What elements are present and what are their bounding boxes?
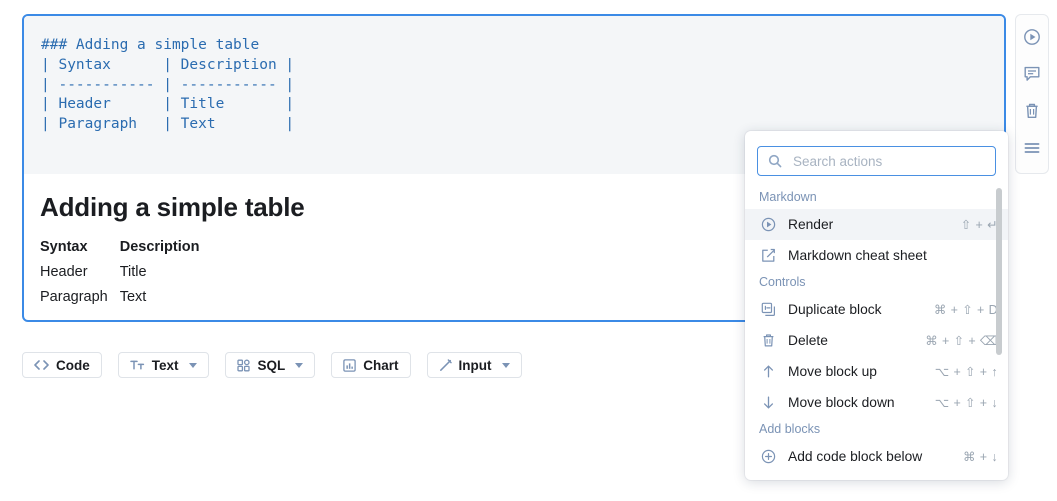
toolbar-button-label: Code [56, 357, 90, 373]
block-action-rail [1015, 14, 1049, 174]
search-actions-box[interactable] [757, 146, 996, 176]
menu-icon[interactable] [1021, 137, 1043, 159]
menu-item-move-block-up[interactable]: Move block up ⌥ + ⇧ + ↑ [745, 356, 1008, 387]
menu-scrollbar-track[interactable] [996, 186, 1005, 476]
table-cell: Paragraph [40, 289, 108, 305]
add-input-block-button[interactable]: Input [426, 352, 522, 378]
table-header-row: Syntax Description [40, 239, 211, 264]
chevron-down-icon[interactable] [295, 362, 304, 368]
code-line: ### Adding a simple table [41, 37, 260, 53]
menu-item-label: Add code block below [788, 449, 923, 464]
add-code-block-button[interactable]: Code [22, 352, 102, 378]
play-circle-icon [759, 217, 777, 232]
actions-dropdown: Markdown Render ⇧ + ↵ Markdown cheat she… [745, 131, 1008, 480]
menu-item-label: Move block up [788, 364, 877, 379]
chevron-down-icon[interactable] [188, 362, 197, 368]
menu-item-shortcut: ⇧ + ↵ [960, 218, 998, 232]
menu-item-label: Move block down [788, 395, 895, 410]
edit-square-icon [759, 248, 777, 263]
menu-section-controls-label: Controls [759, 275, 806, 289]
menu-scroll-region[interactable]: Markdown Render ⇧ + ↵ Markdown cheat she… [745, 186, 1008, 476]
add-sql-block-button[interactable]: SQL [224, 352, 316, 378]
table-header-cell: Description [119, 239, 200, 255]
menu-item-shortcut: ⌥ + ⇧ + ↑ [934, 365, 998, 379]
menu-item-add-code-block-below[interactable]: Add code block below ⌘ + ↓ [745, 441, 1008, 472]
menu-item-shortcut: ⌘ + ↓ [963, 450, 998, 464]
blocks-grid-icon [236, 359, 251, 372]
code-line: | ----------- | ----------- | [41, 76, 295, 93]
arrow-up-icon [759, 364, 777, 379]
menu-item-shortcut: ⌘ + ⇧ + D [933, 303, 998, 317]
menu-item-label: Duplicate block [788, 302, 882, 317]
table-cell: Header [40, 264, 88, 280]
menu-item-shortcut: ⌘ + ⇧ + ⌫ [925, 334, 998, 348]
menu-item-label: Markdown cheat sheet [788, 248, 927, 263]
table-cell: Title [119, 264, 147, 280]
bar-chart-icon [343, 358, 357, 372]
menu-item-move-block-down[interactable]: Move block down ⌥ + ⇧ + ↓ [745, 387, 1008, 418]
plus-circle-icon [759, 449, 777, 464]
comment-icon[interactable] [1021, 63, 1043, 85]
toolbar-button-label: Input [458, 357, 492, 373]
menu-item-label: Render [788, 217, 834, 232]
toolbar-button-label: Chart [363, 357, 399, 373]
menu-item-duplicate-block[interactable]: Duplicate block ⌘ + ⇧ + D [745, 294, 1008, 325]
preview-table: Syntax Description Header Title Paragrap… [40, 239, 211, 314]
add-chart-block-button[interactable]: Chart [331, 352, 411, 378]
table-row: Paragraph Text [40, 289, 211, 314]
pencil-icon [439, 358, 452, 372]
menu-item-label: Delete [788, 333, 828, 348]
chevron-down-icon[interactable] [501, 362, 510, 368]
search-input[interactable] [791, 152, 985, 170]
table-cell: Text [119, 289, 147, 305]
menu-item-shortcut: ⌥ + ⇧ + ↓ [934, 396, 998, 410]
trash-icon[interactable] [1021, 100, 1043, 122]
code-line: | Header | Title | [41, 96, 295, 113]
duplicate-icon [759, 302, 777, 317]
code-brackets-icon [34, 359, 49, 371]
code-line: | Syntax | Description | [41, 56, 295, 73]
text-format-icon [130, 359, 145, 371]
table-row: Header Title [40, 264, 211, 289]
menu-section-markdown-label: Markdown [759, 190, 817, 204]
menu-item-markdown-cheat-sheet[interactable]: Markdown cheat sheet [745, 240, 1008, 271]
menu-item-render[interactable]: Render ⇧ + ↵ [745, 209, 1008, 240]
toolbar-button-label: Text [151, 357, 179, 373]
add-block-toolbar: Code Text SQL Chart Input [22, 352, 522, 378]
add-text-block-button[interactable]: Text [117, 352, 209, 378]
menu-item-delete[interactable]: Delete ⌘ + ⇧ + ⌫ [745, 325, 1008, 356]
toolbar-button-label: SQL [257, 357, 286, 373]
menu-section-add-blocks-label: Add blocks [759, 422, 821, 436]
arrow-down-icon [759, 395, 777, 410]
play-circle-icon[interactable] [1021, 26, 1043, 48]
search-icon [768, 154, 782, 168]
menu-scrollbar-thumb[interactable] [996, 188, 1002, 355]
search-row [745, 131, 1008, 186]
table-header-cell: Syntax [40, 239, 88, 255]
trash-icon [759, 333, 777, 348]
